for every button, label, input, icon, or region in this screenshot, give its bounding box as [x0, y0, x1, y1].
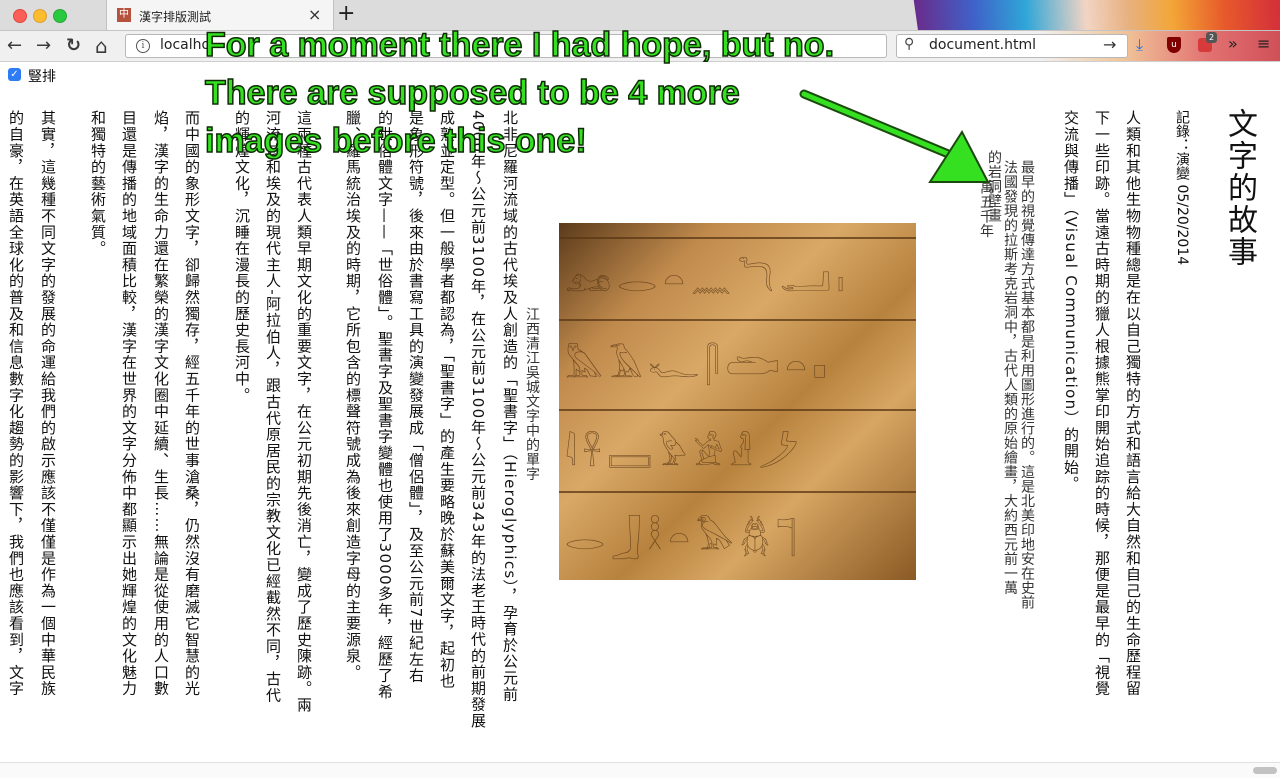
relief-glyphs: 𓅓𓄿𓆑𓋴𓂧𓏏𓊪 [565, 346, 833, 386]
image-caption: 江西清江吳城文字中的單字 [524, 307, 540, 481]
search-icon: ⚲ [904, 36, 915, 52]
scrollbar-thumb[interactable] [1253, 767, 1277, 774]
text-column: 的自豪，在英語全球化的普及和信息數字化趨勢的影響下，我們也應該看到，文字 [7, 110, 25, 697]
text-column: 下一些印跡。當遠古時期的獵人根據熊掌印開始追踪的時候，那便是最早的「視覺 [1093, 110, 1111, 697]
text-column: 河流域和埃及的現代主人-阿拉伯人，跟古代原居民的宗教文化已經截然不同，古代 [264, 110, 282, 704]
menu-icon[interactable]: ≡ [1257, 34, 1270, 53]
relief-band [559, 237, 916, 239]
text-column: 北非尼羅河流域的古代埃及人創造的「聖書字」（Hieroglyphics），孕育於… [501, 110, 519, 703]
text-column: 4000年～公元前3100年，在公元前3100年～公元前343年的法老王時代的前… [469, 110, 487, 730]
window-close-button[interactable] [13, 9, 27, 23]
info-icon[interactable]: i [136, 39, 150, 53]
text-column: 交流與傳播」（Visual Communication）的開始。 [1062, 110, 1080, 492]
relief-band [559, 409, 916, 411]
article-byline: 記錄：演變 05/20/2014 [1174, 110, 1190, 266]
text-column: 其實，這幾種不同文字的發展的命運給我們的啟示應該不僅僅是作為一個中華民族 [39, 110, 57, 697]
text-column: 的世俗體文字——「世俗體」。聖書字及聖書字變體也使用了3000多年，經歷了希 [376, 110, 394, 701]
overflow-icon[interactable]: » [1228, 34, 1238, 53]
text-column: 是象形符號，後來由於書寫工具的演變發展成「僧侶體」，及至公元前7世紀左右 [407, 110, 425, 684]
browser-theme-art [912, 0, 1280, 30]
text-column: 這兩種古代表人類早期文化的重要文字，在公元初期先後消亡，變成了歷史陳跡。兩 [295, 110, 313, 714]
text-column: 焰，漢字的生命力還在繁榮的漢字文化圈中延續、生長……無論是從使用的人口數 [152, 110, 170, 697]
text-column: 而中國的象形文字，卻歸然獨存，經五千年的世事滄桑，仍然沒有磨滅它智慧的光 [183, 110, 201, 697]
home-icon[interactable]: ⌂ [95, 34, 108, 58]
figure-caption-column: 法國發現的拉斯考克岩洞中，古代人類的原始繪畫，大約西元前一萬 [1002, 160, 1018, 595]
new-tab-icon[interactable]: + [337, 1, 355, 27]
annotation-text: images before this one! [204, 121, 587, 161]
text-column: 成熟並定型。但一般學者都認為，「聖書字」的產生要略晚於蘇美爾文字，起初也 [438, 110, 456, 690]
text-column: 人類和其他生物物種總是在以自己獨特的方式和語言給大自然和自己的生命歷程留 [1124, 110, 1142, 697]
tab-title: 漢字排版測試 [139, 10, 212, 24]
text-column: 臘、羅馬統治埃及的時期，它所包含的標聲符號成為後來創造字母的主要源泉。 [344, 110, 362, 681]
reload-icon[interactable]: ↻ [66, 34, 81, 58]
relief-glyphs: 𓂋𓃀𓎛𓏏𓅃𓆣𓊹 [565, 518, 803, 558]
tab-close-icon[interactable]: × [308, 5, 321, 24]
download-icon[interactable]: ⤓ [1136, 35, 1143, 55]
tab-favicon-icon: 中 [117, 8, 131, 22]
window-minimize-button[interactable] [33, 9, 47, 23]
search-input[interactable]: ⚲ document.html → [896, 34, 1128, 58]
relief-glyphs: 𓃭𓂋𓏏𓈖𓆓𓂝𓏤 [565, 260, 851, 300]
annotation-arrow-icon [799, 89, 990, 183]
annotation-text: For a moment there I had hope, but no. [204, 25, 835, 65]
checkbox[interactable]: ✓ [8, 68, 21, 81]
search-go-icon[interactable]: → [1103, 35, 1116, 54]
article-title: 文字的故事 [1222, 108, 1257, 268]
hieroglyph-relief-image: 𓃭𓂋𓏏𓈖𓆓𓂝𓏤 𓅓𓄿𓆑𓋴𓂧𓏏𓊪 𓇋𓋹𓈙𓅱𓀀𓁐𓌳 𓂋𓃀𓎛𓏏𓅃𓆣𓊹 [559, 223, 916, 580]
window-zoom-button[interactable] [53, 9, 67, 23]
relief-band [559, 491, 916, 493]
relief-band [559, 319, 916, 321]
toggle-label: 豎排 [28, 69, 56, 85]
text-column: 和獨特的藝術氣質。 [89, 110, 107, 257]
url-text[interactable]: localho [160, 37, 210, 53]
back-icon[interactable]: ← [7, 34, 22, 58]
figure-caption-column: 最早的視覺傳達方式基本都是利用圖形進行的。這是北美印地安在史前 [1019, 160, 1035, 610]
ublock-icon[interactable]: u [1167, 37, 1181, 53]
annotation-text: There are supposed to be 4 more [204, 73, 740, 113]
text-column: 目還是傳播的地域面積比較，漢字在世界的文字分佈中都顯示出她輝煌的文化魅力 [120, 110, 138, 697]
forward-icon[interactable]: → [36, 34, 51, 58]
horizontal-scrollbar[interactable] [0, 762, 1280, 778]
extension-badge: 2 [1206, 32, 1218, 43]
search-text[interactable]: document.html [929, 37, 1036, 53]
relief-glyphs: 𓇋𓋹𓈙𓅱𓀀𓁐𓌳 [565, 434, 805, 474]
